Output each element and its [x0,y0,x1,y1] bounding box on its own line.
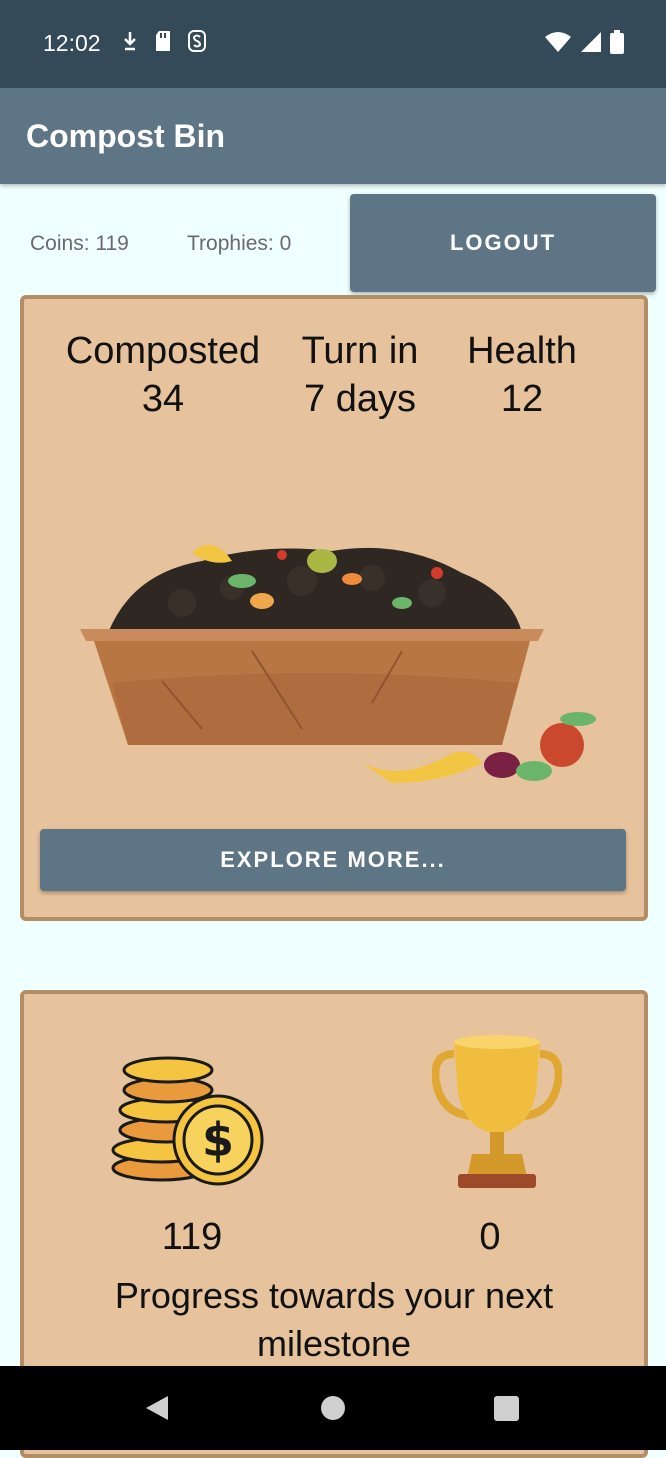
coins-label: Coins: 119 [30,232,129,255]
turn-value: 7 days [304,378,416,420]
sd-card-icon [156,31,170,51]
trophies-label: Trophies: 0 [187,232,292,255]
status-icons-left [122,30,206,52]
download-icon [124,32,136,51]
battery-icon [610,30,624,54]
status-time: 12:02 [43,30,101,56]
recents-icon[interactable] [494,1396,519,1421]
composted-value: 34 [141,378,185,420]
turn-stat: Turn in 7 days [280,327,440,423]
trophies-value: 0 [479,1216,501,1258]
back-icon[interactable] [144,1394,170,1422]
coins-value: 119 [161,1216,223,1258]
compost-bin-illustration [80,544,596,783]
progress-text: Progress towards your next milestone [114,1275,554,1364]
app-title: Compost Bin [26,118,226,154]
composted-stat: Composted 34 [58,327,268,423]
turn-label: Turn in [301,330,419,372]
composted-label: Composted [65,330,261,372]
navigation-bar [0,1366,666,1450]
signal-icon [581,32,601,52]
trophy-icon [432,1035,562,1188]
health-value: 12 [500,378,544,420]
health-label: Health [467,330,577,372]
compost-status-card: Composted 34 Turn in 7 days Health 12 EX… [20,295,648,921]
svg-text:$: $ [202,1113,234,1167]
health-stat: Health 12 [448,327,596,423]
status-icons-right [544,30,624,54]
s-icon [188,30,206,52]
wifi-icon [545,32,571,52]
explore-more-button[interactable]: EXPLORE MORE... [40,829,626,891]
app-bar: Compost Bin [0,88,666,184]
logout-button[interactable]: LOGOUT [350,194,656,292]
home-icon[interactable] [320,1395,346,1421]
coins-icon: $ [111,1056,264,1186]
status-bar: 12:02 [0,0,666,88]
